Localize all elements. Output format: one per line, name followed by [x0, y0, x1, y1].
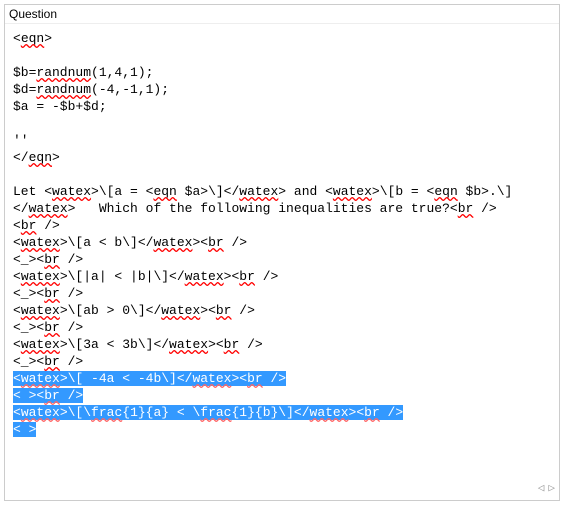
code-line: <_><br />: [13, 353, 551, 370]
panel-title: Question: [9, 7, 57, 21]
code-line: <_><br />: [13, 251, 551, 268]
code-line: < ><br />: [13, 387, 551, 404]
code-line: $a = -$b+$d;: [13, 98, 551, 115]
nav-next-icon[interactable]: ▷: [548, 481, 555, 498]
code-line: <watex>\[ -4a < -4b\]</watex><br />: [13, 370, 551, 387]
panel-header: Question: [5, 5, 559, 24]
code-line: < >: [13, 421, 551, 438]
code-line: <watex>\[a < b\]</watex><br />: [13, 234, 551, 251]
nav-arrows: ◁ ▷: [538, 481, 555, 498]
code-line: <watex>\[|a| < |b|\]</watex><br />: [13, 268, 551, 285]
code-line: <br />: [13, 217, 551, 234]
code-editor[interactable]: <eqn> $b=randnum(1,4,1);$d=randnum(-4,-1…: [5, 24, 559, 500]
nav-prev-icon[interactable]: ◁: [538, 481, 545, 498]
code-line: '': [13, 132, 551, 149]
code-line: [13, 115, 551, 132]
code-line: <watex>\[ab > 0\]</watex><br />: [13, 302, 551, 319]
code-line: </eqn>: [13, 149, 551, 166]
code-line: <watex>\[\frac{1}{a} < \frac{1}{b}\]</wa…: [13, 404, 551, 421]
code-line: [13, 47, 551, 64]
code-line: <eqn>: [13, 30, 551, 47]
code-line: <watex>\[3a < 3b\]</watex><br />: [13, 336, 551, 353]
code-line: $d=randnum(-4,-1,1);: [13, 81, 551, 98]
code-line: Let <watex>\[a = <eqn $a>\]</watex> and …: [13, 183, 551, 200]
code-line: </watex> Which of the following inequali…: [13, 200, 551, 217]
code-line: $b=randnum(1,4,1);: [13, 64, 551, 81]
code-line: [13, 166, 551, 183]
resize-handle-icon[interactable]: [541, 468, 555, 482]
code-line: <_><br />: [13, 285, 551, 302]
code-line: <_><br />: [13, 319, 551, 336]
question-panel: Question <eqn> $b=randnum(1,4,1);$d=rand…: [4, 4, 560, 501]
